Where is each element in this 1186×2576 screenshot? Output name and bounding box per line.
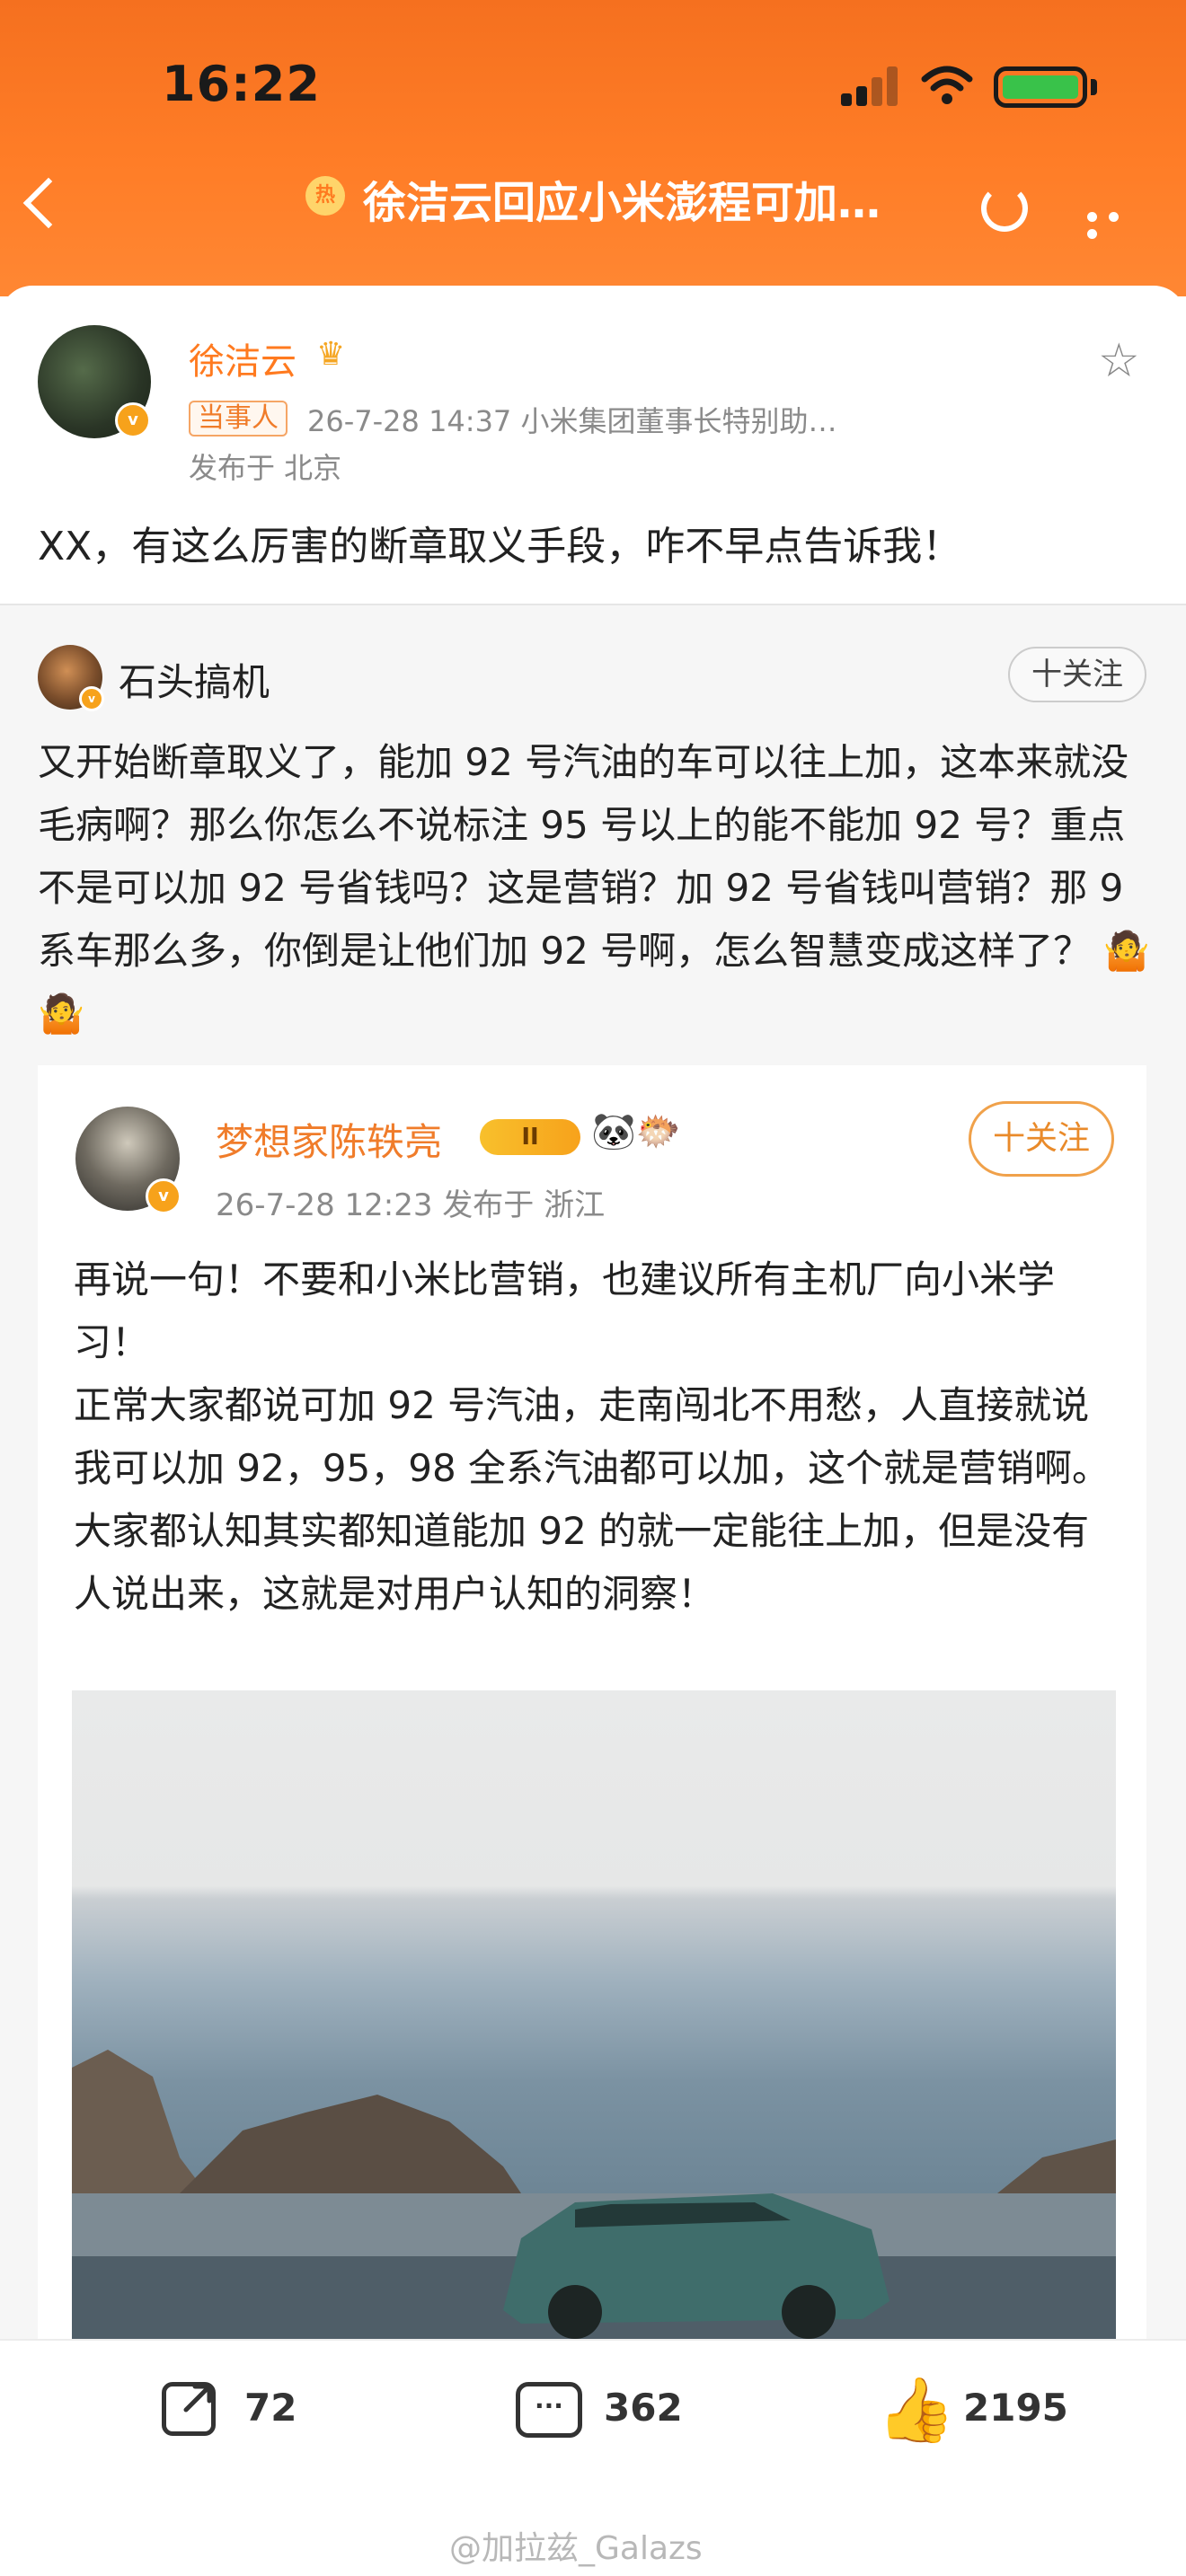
like-icon[interactable]: 👍 (877, 2373, 955, 2448)
embedded-text: 再说一句！不要和小米比营销，也建议所有主机厂向小米学习！ 正常大家都说可加 92… (74, 1248, 1116, 1626)
share-count: 72 (244, 2386, 297, 2430)
star-icon[interactable]: ☆ (1098, 334, 1140, 388)
embedded-line: 大家都认知其实都知道能加 92 的就一定能往上加，但是没有人说出来，这就是对用户… (74, 1509, 1090, 1616)
embedded-author: 梦想家陈轶亮 (216, 1120, 443, 1164)
embedded-line: 正常大家都说可加 92 号汽油，走南闯北不用愁，人直接就说我可以加 92，95，… (74, 1383, 1111, 1490)
photo-illustration (72, 2050, 1116, 2342)
like-count: 2195 (963, 2386, 1068, 2430)
battery-icon (994, 66, 1087, 108)
repost-avatar[interactable]: v (38, 645, 104, 711)
hot-icon: 热 (305, 176, 345, 216)
verified-icon: v (115, 402, 151, 438)
share-icon[interactable] (162, 2382, 216, 2436)
post-text: XX，有这么厉害的断章取义手段，咋不早点告诉我！ (38, 524, 962, 569)
more-icon[interactable] (1087, 208, 1146, 239)
embedded-meta: 26-7-28 12:23 发布于 浙江 (216, 1187, 606, 1223)
car-photo[interactable] (72, 1690, 1116, 2342)
comment-count: 362 (604, 2386, 683, 2430)
repost-text-block: 又开始断章取义了，能加 92 号汽油的车可以往上加，这本来就没毛病啊？那么你怎么… (38, 731, 1152, 1045)
status-badge: 当事人 (189, 401, 288, 437)
post-meta: 26-7-28 14:37 小米集团董事长特别助… (307, 404, 837, 438)
battery-tip (1091, 79, 1097, 95)
repost-text: 又开始断章取义了，能加 92 号汽油的车可以往上加，这本来就没毛病啊？那么你怎么… (38, 740, 1129, 973)
watermark: @加拉兹_Galazs (449, 2530, 703, 2567)
verified-icon: v (79, 686, 104, 711)
status-time: 16:22 (162, 56, 321, 112)
embedded-avatar: v (75, 1107, 181, 1214)
author-name[interactable]: 徐洁云 (189, 332, 296, 384)
topic-title: 徐洁云回应小米澎程可加… (363, 178, 881, 228)
avatar[interactable]: v (38, 325, 151, 438)
level-badge: II (480, 1119, 580, 1155)
embedded-follow-button: 十关注 (969, 1101, 1114, 1177)
header-bar (0, 0, 1186, 296)
badge-emoji: 🐼🐡 (591, 1111, 681, 1152)
refresh-icon[interactable] (981, 185, 1028, 232)
signal-icon (841, 66, 898, 106)
post-location: 发布于 北京 (189, 451, 342, 485)
repost-author[interactable]: 石头搞机 (119, 652, 270, 707)
embedded-line: 再说一句！不要和小米比营销，也建议所有主机厂向小米学习！ (74, 1257, 1056, 1364)
crown-icon: ♛ (316, 336, 346, 373)
follow-button[interactable]: 十关注 (1008, 647, 1146, 702)
comment-icon[interactable]: ··· (516, 2382, 582, 2438)
verified-icon: v (146, 1178, 181, 1214)
wifi-icon (921, 66, 973, 104)
